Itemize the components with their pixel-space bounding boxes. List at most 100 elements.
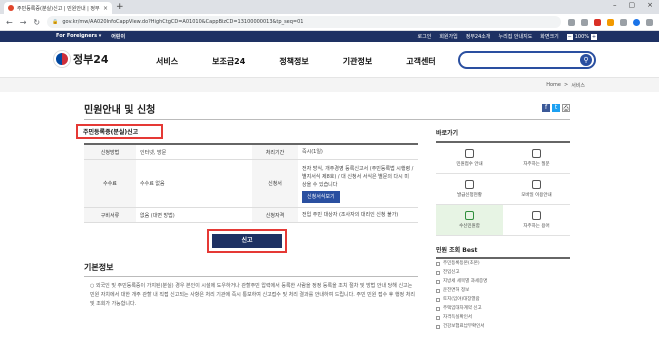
window-controls: – ▢ × [613,1,653,9]
extension-icon[interactable] [594,18,601,26]
breadcrumb-bar: Home > 서비스 [0,78,659,92]
table-row: 수수료 수수료 없음 신청서 전자 방식, 개주경영 등록신고서 (주민등록법 … [84,159,418,208]
view-form-button[interactable]: 신청서식보기 [302,190,340,203]
signup-link[interactable]: 회원가입 [439,33,457,40]
sitemap-link[interactable]: 누리집 안내지도 [499,33,533,40]
table-header-cell: 수수료 [84,159,136,208]
share-icon[interactable] [568,18,575,26]
bullet-icon [436,288,440,293]
site-logo[interactable]: 정부24 [54,51,109,67]
list-item[interactable]: 주택임대차계약 신고 [436,304,570,313]
book-icon [532,211,541,220]
nav-customer-center[interactable]: 고객센터 [406,56,435,67]
site-favicon-icon [8,5,14,11]
twitter-icon[interactable]: t [552,104,560,112]
table-header-cell: 신청서 [252,159,298,208]
table-header-cell: 신청자격 [252,207,298,223]
list-item[interactable]: 지방세 세목별 과세증명 [436,277,570,286]
table-cell: 전입 주민 대상자 (조사자의 대리인 신청 불가) [298,207,418,223]
sidebar: 바로가기 민원접수 안내 자주하는 질문 발급신청현황 모바일 이용안내 수신민… [436,128,570,331]
browser-tabstrip: 주민등록증(분실)신고 | 민원안내 | 정부24 × + – ▢ × [0,0,659,14]
breadcrumb-home[interactable]: Home [546,82,561,89]
facebook-icon[interactable]: f [542,104,550,112]
download-icon [465,149,474,158]
search-input[interactable] [466,53,576,67]
utility-bar: For Foreigners ▾ 어린이 로그인 회원가입 정부24소개 누리집… [0,31,659,42]
quick-link-inbox[interactable]: 수신민원함 [436,205,503,236]
nav-agency[interactable]: 기관정보 [343,56,372,67]
extension-icon[interactable] [607,18,614,26]
nav-policy[interactable]: 정책정보 [279,56,308,67]
table-cell: 즉시(1일) [298,144,418,160]
service-info-table: 신청방법 인터넷, 방문 처리기간 즉시(1일) 수수료 수수료 없음 신청서 … [84,143,418,223]
forward-icon[interactable]: → [20,18,27,27]
zoom-out-button[interactable]: − [566,33,573,40]
kids-link[interactable]: 어린이 [111,33,125,40]
tab-title: 주민등록증(분실)신고 | 민원안내 | 정부24 [17,5,100,12]
login-link[interactable]: 로그인 [418,33,432,40]
bullet-icon [436,306,440,311]
profile-avatar[interactable] [633,18,640,26]
zoom-control: − 100% + [566,33,597,40]
list-item-label: 지방세 세목별 과세증명 [443,279,488,284]
apply-button[interactable]: 신고 [212,234,282,248]
quick-link-label: 발급신청현황 [457,193,482,198]
quick-link-label: 자주하는 질문 [523,162,550,167]
table-header-cell: 구비서류 [84,207,136,223]
browser-tab[interactable]: 주민등록증(분실)신고 | 민원안내 | 정부24 × [4,2,112,14]
nav-subsidy[interactable]: 보조금24 [212,56,245,67]
list-item[interactable]: 토지(임야)대장열람 [436,295,570,304]
divider [84,119,570,120]
list-item-label: 건강보험료납부확인서 [443,324,485,329]
print-icon[interactable]: ⎙ [562,104,570,112]
logo-text: 정부24 [73,53,109,66]
zoom-in-button[interactable]: + [591,33,597,40]
reload-icon[interactable]: ↻ [33,18,40,27]
table-header-cell: 신청방법 [84,144,136,160]
close-tab-icon[interactable]: × [103,5,108,12]
quick-link-label: 모바일 이용안내 [521,193,552,198]
table-header-cell: 처리기간 [252,144,298,160]
zoom-value: 100% [574,33,589,40]
quick-link-mobile[interactable]: 모바일 이용안내 [503,174,570,205]
about-link[interactable]: 정부24소개 [466,33,491,40]
list-item[interactable]: 건강보험료납부확인서 [436,322,570,331]
new-tab-icon[interactable]: + [116,2,124,12]
monitor-icon [532,180,541,189]
list-item[interactable]: 전입신고 [436,268,570,277]
search-icon[interactable]: ⚲ [580,54,592,66]
extensions-area [568,18,653,26]
minimize-icon[interactable]: – [613,1,617,9]
bullet-icon [436,279,440,284]
close-window-icon[interactable]: × [647,1,653,9]
table-cell: 전자 방식, 개주경영 등록신고서 (주민등록법 시행령 / 별지서식 제8호)… [298,159,418,208]
address-bar[interactable]: 🔒 gov.kr/mw/AA020InfoCappView.do?HighCtg… [47,16,561,28]
list-item[interactable]: 운전면허 정보 [436,286,570,295]
table-row: 신청방법 인터넷, 방문 처리기간 즉시(1일) [84,144,418,160]
breadcrumb: Home > 서비스 [546,82,585,89]
quick-link-status[interactable]: 발급신청현황 [436,174,503,205]
quick-link-guide[interactable]: 민원접수 안내 [436,143,503,174]
menu-icon[interactable] [646,18,653,26]
nav-services[interactable]: 서비스 [156,56,178,67]
inbox-icon [465,211,474,220]
list-item[interactable]: 주민등록등본(초본) [436,259,570,268]
quick-link-faq[interactable]: 자주하는 질문 [503,143,570,174]
page-title: 민원안내 및 신청 [84,105,156,116]
basic-info-heading: 기본정보 [84,263,114,272]
bullet-icon [436,315,440,320]
back-icon[interactable]: ← [6,18,13,27]
list-item-label: 운전면허 정보 [443,288,470,293]
taegeuk-logo-icon [54,51,70,67]
puzzle-icon[interactable] [620,18,627,26]
table-cell: 인터넷, 방문 [136,144,252,160]
breadcrumb-current[interactable]: 서비스 [571,82,585,89]
list-item[interactable]: 자격득실확인서 [436,313,570,322]
main-nav: 서비스 보조금24 정책정보 기관정보 고객센터 [156,56,470,67]
star-icon[interactable] [581,18,588,26]
screen-size-label: 화면크기 [540,34,559,40]
quick-link-glossary[interactable]: 자주하는 용어 [503,205,570,236]
list-item-label: 주민등록등본(초본) [443,261,480,266]
maximize-icon[interactable]: ▢ [629,1,636,9]
for-foreigners-link[interactable]: For Foreigners ▾ [56,33,101,40]
